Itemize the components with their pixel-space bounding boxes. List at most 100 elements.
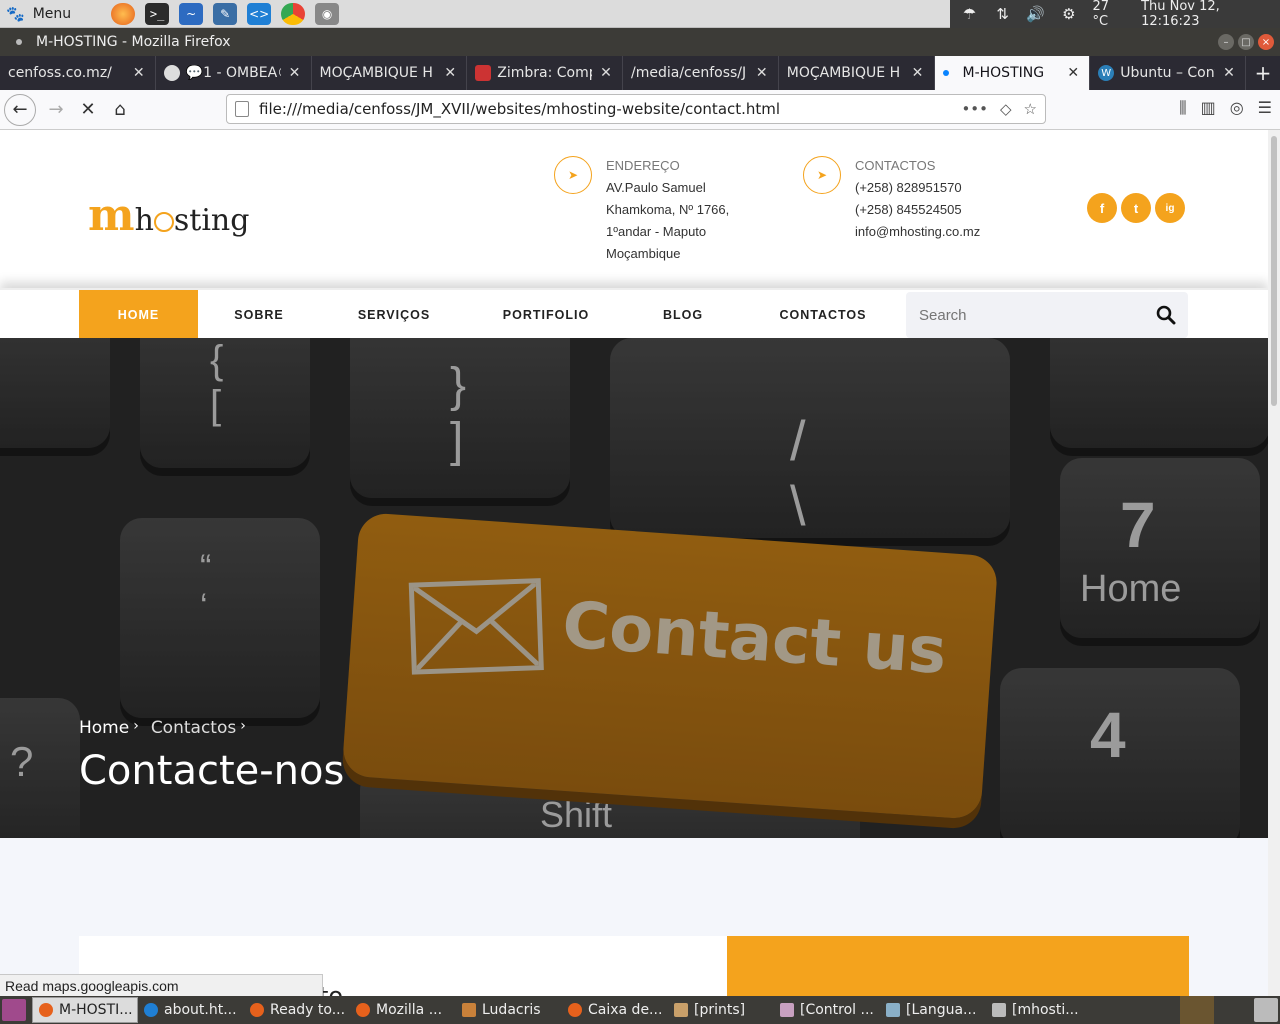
bookmark-star-icon[interactable]: ☆ xyxy=(1024,100,1037,118)
taskbar-item[interactable]: Caixa de... xyxy=(562,997,668,1023)
library-icon[interactable]: ⫼ xyxy=(1179,98,1186,118)
folder-icon xyxy=(462,1003,476,1017)
minimize-button[interactable]: – xyxy=(1218,34,1234,50)
account-icon[interactable]: ◎ xyxy=(1230,98,1244,118)
site-logo[interactable]: mh sting xyxy=(88,190,249,241)
tab[interactable]: cenfoss.co.mz/ ✕ xyxy=(0,56,156,90)
page-actions-icon[interactable]: ••• xyxy=(961,100,988,118)
instagram-icon[interactable]: ig xyxy=(1155,193,1185,223)
globe-icon xyxy=(153,212,174,232)
window-menu-dot-icon[interactable] xyxy=(16,39,22,45)
new-tab-button[interactable]: + xyxy=(1246,56,1280,90)
close-tab-icon[interactable]: ✕ xyxy=(287,65,303,81)
tab[interactable]: W Ubuntu – Conf ✕ xyxy=(1090,56,1246,90)
taskbar-item[interactable]: [Control ... xyxy=(774,997,880,1023)
address-block: ➤ ENDEREÇO AV.Paulo Samuel Khamkoma, Nº … xyxy=(554,156,729,265)
close-tab-icon[interactable]: ✕ xyxy=(442,65,458,81)
menu-portifolio[interactable]: PORTIFOLIO xyxy=(468,290,624,340)
window-titlebar: M-HOSTING - Mozilla Firefox – □ × xyxy=(0,28,1280,56)
vscode-icon xyxy=(144,1003,158,1017)
taskbar-item[interactable]: M-HOSTI... xyxy=(32,997,138,1023)
taskbar-item[interactable]: [prints] xyxy=(668,997,774,1023)
taskbar-item[interactable]: Ludacris xyxy=(456,997,562,1023)
editor-launcher-icon[interactable]: ✎ xyxy=(213,2,238,25)
url-bar[interactable]: file:///media/cenfoss/JM_XVII/websites/m… xyxy=(226,94,1046,124)
transfer-icon[interactable]: ⇅ xyxy=(993,4,1012,24)
menu-blog[interactable]: BLOG xyxy=(624,290,742,340)
taskbar-item[interactable]: [mhosti... xyxy=(986,997,1092,1023)
close-tab-icon[interactable]: ✕ xyxy=(131,65,147,81)
maximize-button[interactable]: □ xyxy=(1238,34,1254,50)
chrome-launcher-icon[interactable] xyxy=(281,2,306,25)
tab[interactable]: 💬1 - OMBEA© ✕ xyxy=(156,56,312,90)
os-menu-button[interactable]: 🐾 Menu xyxy=(0,0,81,28)
os-menu-label: Menu xyxy=(32,5,72,22)
taskbar-item[interactable]: Mozilla ... xyxy=(350,997,456,1023)
location-arrow-icon: ➤ xyxy=(803,156,841,194)
menu-sobre[interactable]: SOBRE xyxy=(198,290,320,340)
contacts-title: CONTACTOS xyxy=(855,158,936,173)
search-icon[interactable] xyxy=(1144,292,1188,338)
firefox-launcher-icon[interactable] xyxy=(111,2,136,25)
system-tray: ☂ ⇅ 🔊 ⚙ 27 °C Thu Nov 12, 12:16:23 xyxy=(950,0,1280,29)
search-box xyxy=(906,292,1188,338)
home-button[interactable]: ⌂ xyxy=(104,94,136,126)
page-scrollbar[interactable] xyxy=(1268,130,1280,996)
taskbar-item[interactable]: about.ht... xyxy=(138,997,244,1023)
close-tab-icon[interactable]: ✕ xyxy=(598,65,614,81)
tab-active[interactable]: M-HOSTING ✕ xyxy=(934,56,1091,90)
scrollbar-thumb[interactable] xyxy=(1271,136,1277,406)
stop-loading-button[interactable]: ✕ xyxy=(72,94,104,126)
forward-button[interactable]: → xyxy=(40,94,72,126)
close-tab-icon[interactable]: ✕ xyxy=(754,65,770,81)
tab[interactable]: MOÇAMBIQUE H ✕ xyxy=(312,56,468,90)
breadcrumb-current: Contactos xyxy=(150,718,237,738)
network-icon[interactable]: ☂ xyxy=(960,4,979,24)
firefox-tray-icon[interactable] xyxy=(1180,996,1214,1024)
breadcrumb: Home › Contactos › xyxy=(79,718,246,738)
site-header: mh sting ➤ ENDEREÇO AV.Paulo Samuel Khamk… xyxy=(0,130,1268,288)
email-link[interactable]: info@mhosting.co.mz xyxy=(855,221,980,243)
volume-icon[interactable]: 🔊 xyxy=(1026,4,1045,24)
page-title: Contacte-nos xyxy=(79,748,345,794)
loading-indicator-icon xyxy=(942,70,949,76)
sidebar-icon[interactable]: ▥ xyxy=(1201,98,1216,118)
trash-icon[interactable] xyxy=(1254,998,1278,1022)
monitor-launcher-icon[interactable]: ~ xyxy=(179,2,204,25)
menu-home[interactable]: HOME xyxy=(79,290,198,340)
hamburger-menu-icon[interactable]: ☰ xyxy=(1258,98,1272,118)
close-tab-icon[interactable]: ✕ xyxy=(910,65,926,81)
page-viewport: mh sting ➤ ENDEREÇO AV.Paulo Samuel Khamk… xyxy=(0,130,1268,996)
tab[interactable]: Zimbra: Comp ✕ xyxy=(467,56,623,90)
taskbar-item[interactable]: [Langua... xyxy=(880,997,986,1023)
facebook-icon[interactable]: f xyxy=(1087,193,1117,223)
firefox-icon xyxy=(356,1003,370,1017)
twitter-icon[interactable]: t xyxy=(1121,193,1151,223)
show-desktop-icon[interactable] xyxy=(2,999,26,1021)
firefox-icon xyxy=(250,1003,264,1017)
close-tab-icon[interactable]: ✕ xyxy=(1065,65,1081,81)
close-window-button[interactable]: × xyxy=(1258,34,1274,50)
url-text[interactable]: file:///media/cenfoss/JM_XVII/websites/m… xyxy=(259,100,961,118)
tab[interactable]: MOÇAMBIQUE H ✕ xyxy=(779,56,935,90)
pocket-icon[interactable]: ◇ xyxy=(1000,100,1012,118)
settings-icon[interactable]: ⚙ xyxy=(1059,4,1078,24)
main-menu: HOME SOBRE SERVIÇOS PORTIFOLIO BLOG CONT… xyxy=(0,288,1268,340)
close-tab-icon[interactable]: ✕ xyxy=(1221,65,1237,81)
screenshot-launcher-icon[interactable]: ◉ xyxy=(315,2,340,25)
breadcrumb-home[interactable]: Home xyxy=(79,718,129,738)
chat-favicon-icon xyxy=(163,65,180,81)
tab[interactable]: /media/cenfoss/J ✕ xyxy=(623,56,779,90)
menu-contactos[interactable]: CONTACTOS xyxy=(742,290,904,340)
clock[interactable]: Thu Nov 12, 12:16:23 xyxy=(1141,0,1276,29)
menu-servicos[interactable]: SERVIÇOS xyxy=(320,290,468,340)
window-title: M-HOSTING - Mozilla Firefox xyxy=(36,34,231,50)
navigation-bar: ← → ✕ ⌂ file:///media/cenfoss/JM_XVII/we… xyxy=(0,90,1280,130)
taskbar-item[interactable]: Ready to... xyxy=(244,997,350,1023)
page-icon xyxy=(235,101,249,117)
search-input[interactable] xyxy=(919,306,1144,324)
social-links: f t ig xyxy=(1087,193,1185,223)
terminal-launcher-icon[interactable]: >_ xyxy=(145,2,170,25)
back-button[interactable]: ← xyxy=(4,93,36,126)
vscode-launcher-icon[interactable]: <> xyxy=(247,2,272,25)
